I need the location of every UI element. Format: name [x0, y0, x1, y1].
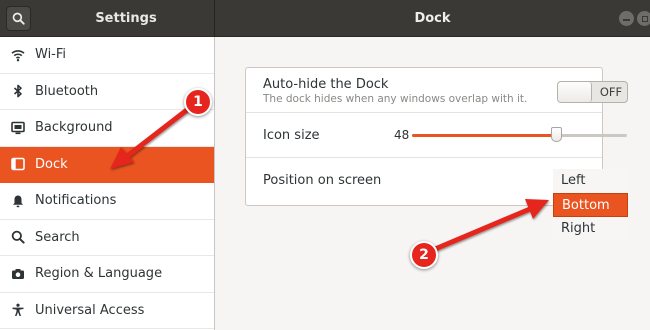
icon-size-slider[interactable]	[412, 127, 627, 142]
sidebar: Wi-Fi Bluetooth Background Dock Notifica…	[0, 37, 214, 330]
camera-icon	[11, 267, 25, 281]
header-bar: Settings Dock	[0, 0, 650, 37]
sidebar-item-label: Notifications	[35, 193, 117, 209]
position-option-right[interactable]: Right	[553, 217, 628, 241]
autohide-subtitle: The dock hides when any windows overlap …	[263, 93, 528, 105]
dock-settings-panel: Auto-hide the Dock The dock hides when a…	[215, 37, 650, 330]
dock-icon	[11, 157, 25, 171]
wifi-icon	[11, 48, 25, 62]
bell-icon	[11, 194, 25, 208]
position-title: Position on screen	[263, 173, 382, 188]
sidebar-item-label: Bluetooth	[35, 83, 99, 99]
icon-size-row: Icon size 48	[246, 113, 627, 158]
sidebar-item-label: Dock	[35, 156, 68, 172]
sidebar-item-notifications[interactable]: Notifications	[0, 183, 214, 220]
slider-handle[interactable]	[551, 127, 562, 142]
position-option-bottom[interactable]: Bottom	[553, 193, 628, 217]
search-icon	[12, 12, 25, 25]
toggle-state-label: OFF	[599, 85, 623, 99]
sidebar-item-label: Search	[35, 229, 80, 245]
autohide-title: Auto-hide the Dock	[263, 77, 389, 92]
sidebar-item-universal-access[interactable]: Universal Access	[0, 293, 214, 329]
minimize-button[interactable]	[619, 11, 634, 26]
background-icon	[11, 121, 25, 135]
sidebar-item-region-language[interactable]: Region & Language	[0, 256, 214, 293]
toggle-knob	[558, 82, 592, 102]
search-icon	[11, 230, 25, 244]
autohide-row: Auto-hide the Dock The dock hides when a…	[246, 68, 628, 113]
icon-size-title: Icon size	[263, 128, 320, 143]
sidebar-item-label: Background	[35, 120, 113, 136]
icon-size-value: 48	[394, 128, 410, 142]
accessibility-icon	[11, 303, 25, 317]
position-option-left[interactable]: Left	[553, 169, 628, 193]
dock-options-list: Auto-hide the Dock The dock hides when a…	[245, 67, 628, 206]
maximize-icon	[641, 15, 648, 22]
search-button[interactable]	[6, 6, 31, 31]
bluetooth-icon	[11, 84, 25, 98]
sidebar-item-label: Wi-Fi	[35, 47, 67, 63]
sidebar-item-dock[interactable]: Dock	[0, 146, 214, 183]
sidebar-item-label: Universal Access	[35, 302, 145, 318]
sidebar-item-bluetooth[interactable]: Bluetooth	[0, 74, 214, 110]
slider-fill	[412, 134, 556, 137]
autohide-toggle[interactable]: OFF	[557, 81, 628, 103]
annotation-badge-2: 2	[410, 241, 438, 269]
page-title: Dock	[414, 11, 451, 26]
maximize-button[interactable]	[637, 11, 650, 26]
sidebar-item-label: Region & Language	[35, 266, 163, 282]
minimize-icon	[623, 19, 630, 21]
settings-title: Settings	[95, 11, 157, 26]
sidebar-item-wifi[interactable]: Wi-Fi	[0, 37, 214, 74]
position-row: Position on screen	[246, 158, 602, 205]
position-dropdown[interactable]: Left Bottom Right	[553, 169, 628, 241]
sidebar-item-search[interactable]: Search	[0, 220, 214, 256]
sidebar-item-background[interactable]: Background	[0, 110, 214, 147]
annotation-badge-1: 1	[184, 88, 212, 116]
